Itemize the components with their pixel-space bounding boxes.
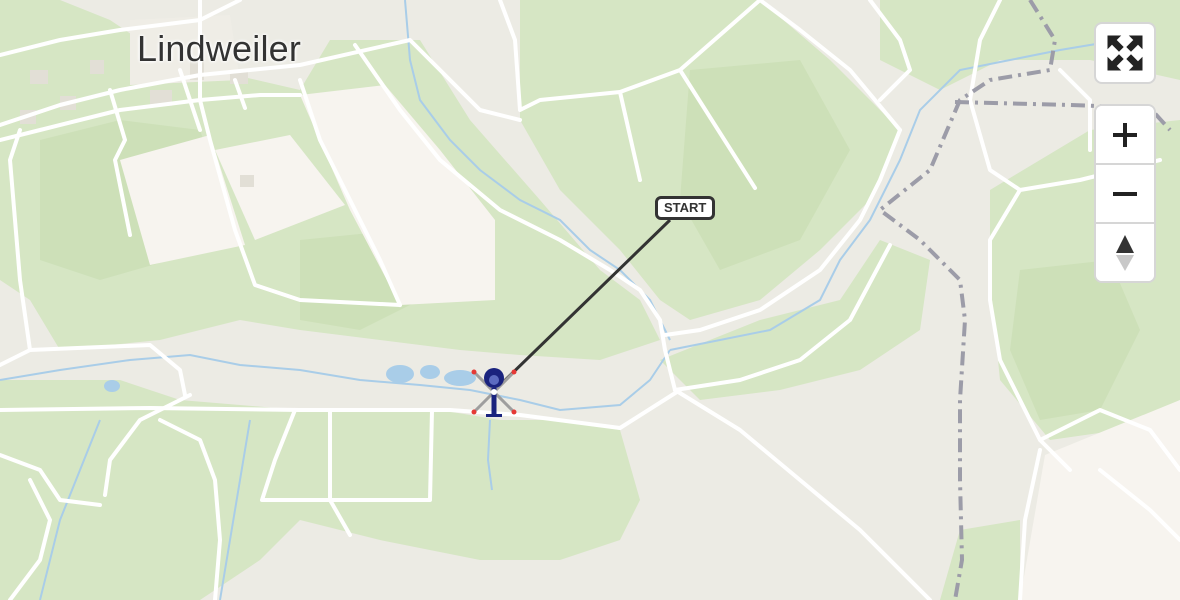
route-start-marker: START [655,196,716,220]
plus-icon [1113,122,1137,147]
minus-icon [1113,191,1137,196]
map-controls [1094,22,1156,283]
fullscreen-icon [1107,35,1143,71]
compass-north-icon [1116,234,1134,271]
map-view[interactable]: Lindweiler START [0,0,1180,600]
compass-button[interactable] [1096,222,1154,281]
zoom-in-button[interactable] [1096,106,1154,163]
fullscreen-button[interactable] [1094,22,1156,84]
map-base-layer [0,0,1180,600]
zoom-out-button[interactable] [1096,163,1154,222]
place-label-lindweiler: Lindweiler [137,28,302,69]
zoom-controls [1094,104,1156,283]
